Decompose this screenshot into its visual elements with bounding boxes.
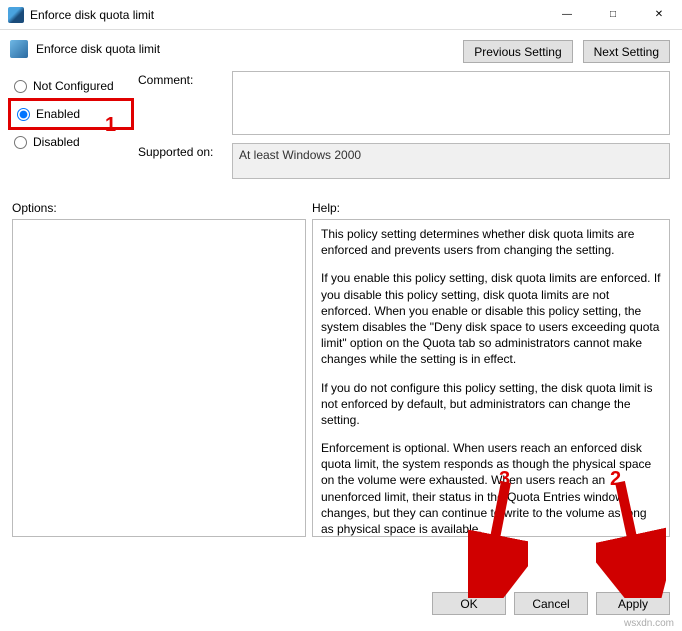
radio-enabled-label: Enabled	[36, 107, 80, 121]
apply-button[interactable]: Apply	[596, 592, 670, 615]
comment-field[interactable]	[232, 71, 670, 135]
annotation-highlight-1: Enabled	[8, 98, 134, 130]
radio-disabled[interactable]: Disabled	[12, 129, 130, 155]
header-row: Enforce disk quota limit Previous Settin…	[0, 30, 682, 69]
supported-on-value: At least Windows 2000	[232, 143, 670, 179]
help-paragraph: Enforcement is optional. When users reac…	[321, 440, 661, 537]
radio-disabled-label: Disabled	[33, 135, 80, 149]
policy-header-icon	[10, 40, 28, 58]
help-label: Help:	[312, 201, 670, 215]
radio-disabled-input[interactable]	[14, 136, 27, 149]
help-paragraph: If you do not configure this policy sett…	[321, 380, 661, 429]
ok-button[interactable]: OK	[432, 592, 506, 615]
watermark: wsxdn.com	[624, 618, 674, 629]
help-paragraph: If you enable this policy setting, disk …	[321, 270, 661, 367]
next-setting-button[interactable]: Next Setting	[583, 40, 670, 63]
help-paragraph: This policy setting determines whether d…	[321, 226, 661, 258]
footer-buttons: OK Cancel Apply	[432, 592, 670, 615]
titlebar: Enforce disk quota limit — □ ✕	[0, 0, 682, 30]
previous-setting-button[interactable]: Previous Setting	[463, 40, 572, 63]
radio-enabled-input[interactable]	[17, 108, 30, 121]
comment-label: Comment:	[138, 71, 224, 87]
close-button[interactable]: ✕	[636, 0, 682, 30]
radio-enabled[interactable]: Enabled	[15, 101, 127, 127]
help-panel: This policy setting determines whether d…	[312, 219, 670, 537]
policy-icon	[8, 7, 24, 23]
config-area: Not Configured Enabled Disabled Comment:…	[0, 69, 682, 183]
policy-title: Enforce disk quota limit	[36, 42, 160, 56]
radio-not-configured-input[interactable]	[14, 80, 27, 93]
options-label: Options:	[12, 201, 312, 215]
window-title: Enforce disk quota limit	[30, 8, 544, 22]
state-radio-group: Not Configured Enabled Disabled	[12, 71, 130, 155]
radio-not-configured-label: Not Configured	[33, 79, 114, 93]
supported-on-label: Supported on:	[138, 143, 224, 159]
maximize-button[interactable]: □	[590, 0, 636, 30]
radio-not-configured[interactable]: Not Configured	[12, 73, 130, 99]
cancel-button[interactable]: Cancel	[514, 592, 588, 615]
options-panel	[12, 219, 306, 537]
minimize-button[interactable]: —	[544, 0, 590, 30]
